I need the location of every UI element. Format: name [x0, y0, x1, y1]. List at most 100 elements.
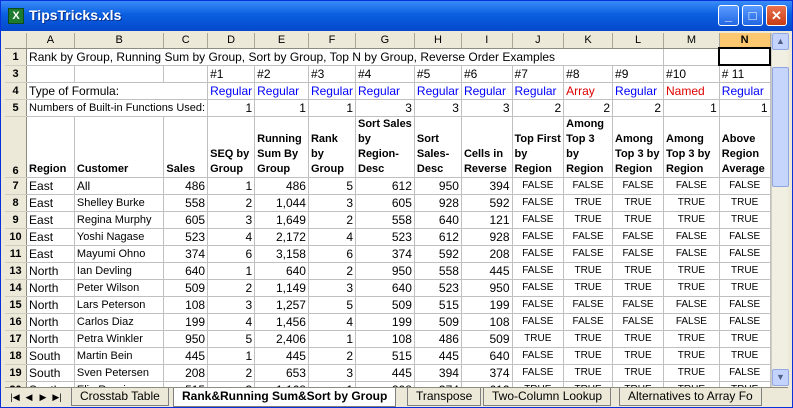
- data-cell[interactable]: 3: [207, 211, 256, 229]
- formula-number-cell[interactable]: #5: [414, 65, 462, 83]
- row-header[interactable]: 9: [5, 211, 28, 229]
- data-cell[interactable]: 928: [461, 228, 513, 246]
- column-heading-cell[interactable]: Sales: [163, 116, 209, 178]
- data-cell[interactable]: East: [26, 211, 75, 229]
- functions-count-cell[interactable]: 1: [719, 99, 771, 117]
- data-cell[interactable]: 4: [207, 313, 256, 331]
- data-cell[interactable]: 2: [207, 364, 256, 382]
- data-cell[interactable]: Sven Petersen: [74, 364, 165, 382]
- title-cell[interactable]: Rank by Group, Running Sum by Group, Sor…: [26, 48, 665, 66]
- data-cell[interactable]: TRUE: [612, 347, 665, 365]
- selected-cell[interactable]: [718, 47, 771, 66]
- data-cell[interactable]: 558: [163, 194, 209, 212]
- data-cell[interactable]: East: [26, 245, 75, 263]
- data-cell[interactable]: East: [26, 194, 75, 212]
- data-cell[interactable]: 1: [207, 347, 256, 365]
- column-heading-cell[interactable]: Top First by Region: [512, 116, 565, 178]
- data-cell[interactable]: 199: [163, 313, 209, 331]
- data-cell[interactable]: TRUE: [563, 364, 614, 382]
- data-cell[interactable]: 523: [163, 228, 209, 246]
- data-cell[interactable]: 3,158: [254, 245, 309, 263]
- formula-number-cell[interactable]: #8: [563, 65, 614, 83]
- formula-type-cell[interactable]: Array: [563, 82, 614, 100]
- data-cell[interactable]: TRUE: [719, 330, 771, 348]
- data-cell[interactable]: 653: [254, 364, 309, 382]
- formula-type-cell[interactable]: Regular: [461, 82, 513, 100]
- data-cell[interactable]: 1: [207, 177, 256, 195]
- row-header[interactable]: 8: [5, 194, 28, 212]
- data-cell[interactable]: 1,456: [254, 313, 309, 331]
- data-cell[interactable]: TRUE: [663, 364, 720, 382]
- formula-type-cell[interactable]: Named: [663, 82, 720, 100]
- column-heading-cell[interactable]: Region: [26, 116, 75, 178]
- data-cell[interactable]: Petra Winkler: [74, 330, 165, 348]
- data-cell[interactable]: 5: [308, 177, 357, 195]
- data-cell[interactable]: FALSE: [663, 228, 720, 246]
- data-cell[interactable]: Lars Peterson: [74, 296, 165, 314]
- tab-rank-running-sum-sort[interactable]: Rank&Running Sum&Sort by Group: [173, 388, 397, 407]
- row-header[interactable]: 3: [5, 65, 28, 83]
- formula-number-cell[interactable]: #6: [461, 65, 513, 83]
- column-header-h[interactable]: H: [414, 33, 462, 49]
- next-sheet-icon[interactable]: ▶: [37, 390, 49, 404]
- data-cell[interactable]: TRUE: [612, 194, 665, 212]
- data-cell[interactable]: All: [74, 177, 165, 195]
- data-cell[interactable]: 2: [207, 194, 256, 212]
- data-cell[interactable]: 2,406: [254, 330, 309, 348]
- data-cell[interactable]: FALSE: [719, 228, 771, 246]
- data-cell[interactable]: 108: [163, 296, 209, 314]
- column-heading-cell[interactable]: Among Top 3 by Region: [612, 116, 665, 178]
- cell[interactable]: [74, 65, 165, 83]
- data-cell[interactable]: FALSE: [512, 228, 565, 246]
- row-header[interactable]: 18: [5, 347, 28, 365]
- data-cell[interactable]: FALSE: [512, 313, 565, 331]
- maximize-button[interactable]: □: [742, 5, 763, 26]
- data-cell[interactable]: South: [26, 347, 75, 365]
- functions-count-cell[interactable]: 1: [207, 99, 256, 117]
- data-cell[interactable]: 445: [461, 262, 513, 280]
- column-heading-cell[interactable]: Cells in Reverse: [461, 116, 513, 178]
- formula-type-cell[interactable]: Regular: [308, 82, 357, 100]
- vertical-scrollbar[interactable]: ▲ ▼: [771, 33, 789, 387]
- data-cell[interactable]: FALSE: [612, 177, 665, 195]
- formula-type-cell[interactable]: Regular: [612, 82, 665, 100]
- data-cell[interactable]: TRUE: [663, 262, 720, 280]
- functions-count-cell[interactable]: 2: [563, 99, 614, 117]
- data-cell[interactable]: 208: [461, 245, 513, 263]
- data-cell[interactable]: FALSE: [563, 296, 614, 314]
- scroll-up-arrow-icon[interactable]: ▲: [772, 33, 789, 50]
- data-cell[interactable]: 605: [163, 211, 209, 229]
- data-cell[interactable]: 1,649: [254, 211, 309, 229]
- data-cell[interactable]: North: [26, 296, 75, 314]
- column-header-j[interactable]: J: [512, 33, 565, 49]
- data-cell[interactable]: 509: [461, 330, 513, 348]
- data-cell[interactable]: 509: [163, 279, 209, 297]
- data-cell[interactable]: TRUE: [563, 262, 614, 280]
- data-cell[interactable]: FALSE: [512, 364, 565, 382]
- column-heading-cell[interactable]: SEQ by Group: [207, 116, 256, 178]
- data-cell[interactable]: FALSE: [612, 228, 665, 246]
- data-cell[interactable]: 950: [461, 279, 513, 297]
- functions-used-label[interactable]: Numbers of Built-in Functions Used:: [26, 99, 209, 117]
- data-cell[interactable]: 592: [461, 194, 513, 212]
- data-cell[interactable]: Yoshi Nagase: [74, 228, 165, 246]
- row-header[interactable]: 19: [5, 364, 28, 382]
- data-cell[interactable]: TRUE: [719, 279, 771, 297]
- data-cell[interactable]: North: [26, 313, 75, 331]
- data-cell[interactable]: 592: [414, 245, 462, 263]
- functions-count-cell[interactable]: 1: [308, 99, 357, 117]
- column-header-g[interactable]: G: [355, 33, 415, 49]
- data-cell[interactable]: Regina Murphy: [74, 211, 165, 229]
- row-header[interactable]: 14: [5, 279, 28, 297]
- data-cell[interactable]: North: [26, 330, 75, 348]
- data-cell[interactable]: 515: [355, 347, 415, 365]
- column-header-k[interactable]: K: [563, 33, 614, 49]
- data-cell[interactable]: 199: [355, 313, 415, 331]
- minimize-button[interactable]: _: [718, 5, 739, 26]
- formula-number-cell[interactable]: #7: [512, 65, 565, 83]
- data-cell[interactable]: TRUE: [612, 211, 665, 229]
- data-cell[interactable]: 558: [355, 211, 415, 229]
- data-cell[interactable]: TRUE: [719, 347, 771, 365]
- data-cell[interactable]: 612: [414, 228, 462, 246]
- data-cell[interactable]: 1: [207, 262, 256, 280]
